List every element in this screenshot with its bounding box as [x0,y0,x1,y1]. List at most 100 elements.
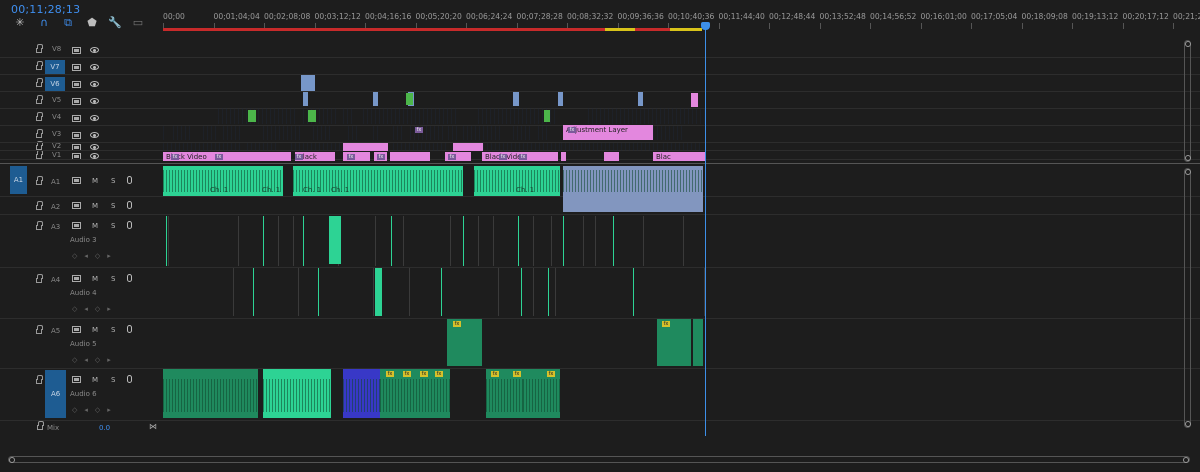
audio-clip-a5[interactable] [693,319,703,366]
black-video-clip[interactable] [390,152,430,161]
zoom-right-handle[interactable] [1183,457,1189,463]
video-clip-v3[interactable] [448,126,460,140]
audio-clip-a3[interactable] [683,216,684,266]
sync-lock-icon[interactable] [72,326,81,333]
snap-icon[interactable]: ✳ [12,16,28,30]
mix-expand-icon[interactable]: ⋈ [149,422,157,431]
video-clip-v5[interactable] [303,92,308,106]
video-clip-v3[interactable] [223,126,243,140]
audio-clip-a3[interactable] [329,216,341,264]
solo-button[interactable]: S [111,275,115,283]
video-clip-v5[interactable] [373,92,378,106]
audio-clip-a3[interactable] [583,216,584,266]
audio-clip-a3[interactable] [278,216,279,266]
video-clip-v2[interactable] [483,143,563,151]
lock-icon[interactable] [36,375,43,384]
mute-button[interactable]: M [92,222,98,230]
audio-clip-a4[interactable] [633,268,634,316]
audio-clip-a3[interactable] [563,216,564,266]
audio-clip-a3[interactable] [518,216,519,266]
audio-clip-a4[interactable] [373,268,374,316]
video-clip-v2[interactable] [393,143,448,151]
video-clip-v2[interactable] [453,143,483,151]
audio-clip-a3[interactable] [375,216,376,266]
audio-clip-a3[interactable] [551,216,552,266]
sync-lock-icon[interactable] [72,98,81,105]
track-target-v7[interactable]: V7 [45,60,65,75]
audio-clip-a4[interactable] [381,268,382,316]
sync-lock-icon[interactable] [72,376,81,383]
video-clip-v3[interactable] [163,126,167,140]
zoom-left-handle[interactable] [9,457,15,463]
keyframe-controls[interactable]: ◇◂◇▸ [72,356,118,364]
audio-clip-a3[interactable] [303,216,304,266]
sync-lock-icon[interactable] [72,202,81,209]
mute-button[interactable]: M [92,376,98,384]
audio-clip-a6[interactable] [343,369,380,418]
magnet-icon[interactable]: ∩ [36,16,52,30]
audio-clip-a3[interactable] [533,216,534,266]
audio-clip-a3[interactable] [263,216,264,266]
audio-vertical-scrollbar[interactable] [1184,168,1191,428]
video-clip-v3[interactable] [463,126,503,140]
video-clip-v5[interactable] [513,92,519,106]
mic-icon[interactable] [127,274,132,282]
eye-icon[interactable] [90,64,99,70]
video-clip-v4[interactable] [588,108,708,124]
lock-icon[interactable] [36,44,43,53]
audio-clip-a3[interactable] [450,216,451,266]
audio-clip-a3[interactable] [391,216,392,266]
lock-icon[interactable] [36,61,43,70]
eye-icon[interactable] [90,98,99,104]
eye-icon[interactable] [90,132,99,138]
mute-button[interactable]: M [92,326,98,334]
black-video-clip[interactable] [604,152,619,161]
audio-clip-a4[interactable] [521,268,522,316]
audio-clip-a1[interactable] [563,166,703,196]
audio-scroll-top-handle[interactable] [1185,169,1191,175]
mute-button[interactable]: M [92,275,98,283]
lock-icon[interactable] [36,201,43,210]
audio-clip-a3[interactable] [643,216,644,266]
playhead-handle[interactable] [701,22,710,30]
video-clip-v3[interactable] [203,126,218,140]
video-clip-v3[interactable] [538,126,548,140]
captions-icon[interactable]: ▭ [130,16,146,30]
audio-clip-a3[interactable] [293,216,294,266]
mic-icon[interactable] [127,201,132,209]
video-clip-v4[interactable] [218,108,298,124]
audio-clip-a4[interactable] [375,268,381,316]
audio-clip-a2[interactable] [563,196,703,212]
wrench-icon[interactable]: 🔧 [107,16,123,30]
audio-clip-a4[interactable] [318,268,319,316]
video-clip-v4[interactable] [308,110,316,122]
source-patch-a1[interactable]: A1 [10,166,27,194]
audio-clip-a4[interactable] [409,268,410,316]
lock-icon[interactable] [36,95,43,104]
track-area[interactable]: Black Video Black Black Video Blac Adjustmen… [0,38,1200,436]
audio-clip-a4[interactable] [548,268,549,316]
video-scroll-bottom-handle[interactable] [1185,155,1191,161]
video-clip-v5[interactable] [638,92,643,106]
audio-clip-a4[interactable] [498,268,499,316]
sync-lock-icon[interactable] [72,275,81,282]
video-clip-v6[interactable] [301,75,315,91]
audio-clip-a1[interactable] [371,166,463,196]
audio-clip-a3[interactable] [463,216,464,266]
mic-icon[interactable] [127,325,132,333]
sync-lock-icon[interactable] [72,81,81,88]
video-clip-v4[interactable] [544,110,550,122]
audio-clip-a3[interactable] [403,216,404,266]
sync-lock-icon[interactable] [72,132,81,139]
video-clip-v2[interactable] [561,143,661,151]
lock-icon[interactable] [36,325,43,334]
video-clip-v4[interactable] [363,108,458,124]
solo-button[interactable]: S [111,376,115,384]
mic-icon[interactable] [127,221,132,229]
lock-icon[interactable] [36,112,43,121]
lock-icon[interactable] [36,129,43,138]
audio-clip-a6[interactable] [163,369,181,418]
eye-icon[interactable] [90,81,99,87]
lock-icon[interactable] [36,221,43,230]
audio-clip-a4[interactable] [253,268,254,316]
